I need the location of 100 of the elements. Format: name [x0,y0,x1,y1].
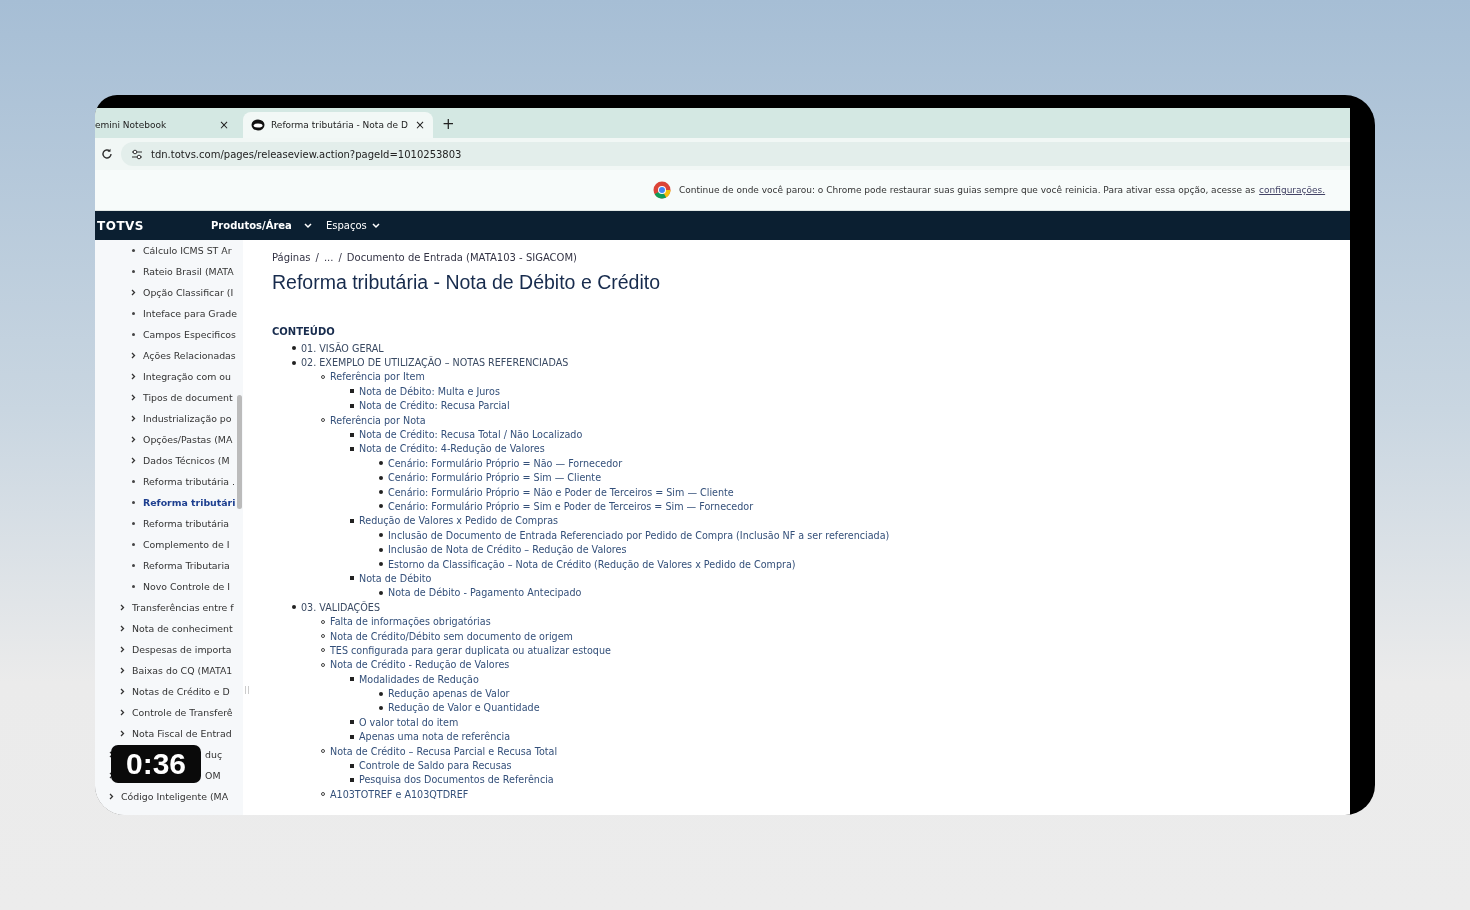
toc-link[interactable]: O valor total do item [359,716,459,728]
bullet-icon [132,522,135,525]
sidebar-item[interactable]: Nota Fiscal de Entrad [132,728,232,739]
toc-link[interactable]: 02. EXEMPLO DE UTILIZAÇÃO – NOTAS REFERENCIADAS [301,357,569,369]
browser-tab[interactable]: Reforma tributária - Nota de D × [243,112,433,138]
bullet-icon [132,501,135,504]
breadcrumb-link[interactable]: Documento de Entrada (MATA103 - SIGACOM) [346,252,577,263]
sidebar-item[interactable]: Rateio Brasil (MATA [143,266,234,277]
toc-link[interactable]: Redução de Valor e Quantidade [388,702,540,714]
list-bullet-icon [350,763,354,768]
toc-link[interactable]: Inclusão de Documento de Entrada Referenciado por Pedido de Compra (Inclusão NF a ser referenciada) [388,529,890,541]
reload-icon[interactable] [101,148,113,160]
breadcrumb-link[interactable]: ... [323,252,334,263]
bullet-icon [132,585,135,588]
sidebar-item[interactable]: Controle de Transferê [132,707,233,718]
toc-link[interactable]: Cenário: Formulário Próprio = Sim — Cliente [388,472,602,484]
list-bullet-icon [350,777,354,782]
browser-tab[interactable]: emini Notebook × [95,112,237,138]
toc-link[interactable]: Nota de Crédito - Redução de Valores [330,659,510,671]
sidebar-item[interactable]: Opções/Pastas (MA [143,434,233,445]
sidebar-item[interactable]: OM [205,770,221,781]
toc-link[interactable]: Nota de Crédito: 4-Redução de Valores [359,443,545,455]
list-bullet-icon [350,403,354,408]
toc-link[interactable]: Redução de Valores x Pedido de Compras [359,515,559,527]
close-tab-button[interactable]: × [218,118,229,132]
list-bullet-icon [350,432,354,437]
toc-link[interactable]: Nota de Crédito: Recusa Parcial [359,400,510,412]
site-icon [251,118,265,132]
list-bullet-icon [350,734,354,739]
page-title: Reforma tributária - Nota de Débito e Crédito [272,271,661,294]
sidebar-item[interactable]: Novo Controle de I [143,581,231,592]
sidebar-item[interactable]: Tipos de document [143,392,233,403]
toc-link[interactable]: Cenário: Formulário Próprio = Não — Fornecedor [388,457,623,469]
toc-link[interactable]: Nota de Crédito – Recusa Parcial e Recusa Total [330,745,558,757]
list-bullet-icon [379,705,383,710]
settings-link[interactable]: configurações. [1259,185,1326,195]
toc-link[interactable]: Nota de Débito - Pagamento Antecipado [388,587,582,599]
sidebar-item[interactable]: Nota de conheciment [132,623,233,634]
sidebar-item[interactable]: Reforma Tributaria [143,560,230,571]
sidebar-item[interactable]: Reforma tributári [143,497,236,508]
toc-link[interactable]: Cenário: Formulário Próprio = Sim e Poder de Terceiros = Sim — Fornecedor [388,501,754,512]
sidebar-item[interactable]: Complemento de I [143,539,230,550]
sidebar-item[interactable]: Inteface para Grade [143,308,237,319]
bullet-icon [132,543,135,546]
toc-link[interactable]: Referência por Nota [330,414,426,426]
toc-link[interactable]: 01. VISÃO GERAL [301,342,384,354]
sidebar-item[interactable]: Código Inteligente (MA [121,791,229,802]
sidebar-item[interactable]: Despesas de importa [132,644,232,655]
toc-link[interactable]: Controle de Saldo para Recusas [359,760,512,771]
toc-link[interactable]: Estorno da Classificação – Nota de Crédito (Redução de Valores x Pedido de Compra) [388,558,796,570]
toc-link[interactable]: Nota de Débito [359,572,432,584]
toc-link[interactable]: A103TOTREF e A103QTDREF [330,788,469,800]
sidebar-item[interactable]: Ações Relacionadas [143,350,236,361]
list-bullet-icon [350,446,354,451]
sidebar-item[interactable]: Cálculo ICMS ST Ar [143,245,232,256]
sidebar-item[interactable]: Dados Técnicos (M [143,455,230,466]
list-bullet-icon [379,504,383,509]
toc-link[interactable]: Nota de Débito: Multa e Juros [359,385,500,397]
bullet-icon [132,480,135,483]
toc-link[interactable]: Nota de Crédito/Débito sem documento de origem [330,630,573,642]
breadcrumb-link[interactable]: Páginas [272,252,311,263]
toc-link[interactable]: 03. VALIDAÇÕES [301,601,380,613]
toc-link[interactable]: Referência por Item [330,371,425,383]
toc-link[interactable]: Pesquisa dos Documentos de Referência [359,774,554,786]
sidebar-item[interactable]: Baixas do CQ (MATA1 [132,665,233,676]
toc-link[interactable]: Falta de informações obrigatórias [330,616,491,628]
sidebar-item[interactable]: Reforma tributária [143,518,230,529]
list-bullet-icon [350,677,354,682]
bullet-icon [132,270,135,273]
resize-handle[interactable] [245,686,249,694]
bullet-icon [132,249,135,252]
sidebar-item[interactable]: Notas de Crédito e D [132,686,230,697]
list-bullet-icon [292,605,296,610]
site-settings-icon[interactable] [131,148,143,160]
sidebar-item[interactable]: Transferências entre f [132,602,234,613]
list-bullet-icon [350,576,354,581]
toc-link[interactable]: Modalidades de Redução [359,673,479,685]
toc-link[interactable]: Redução apenas de Valor [388,688,510,700]
sidebar-item[interactable]: Campos Especificos [143,329,236,340]
site-logo[interactable]: TOTVS [95,218,211,233]
toc-link[interactable]: TES configurada para gerar duplicata ou atualizar estoque [330,644,611,656]
sidebar-item[interactable]: Opção Classificar (I [143,287,234,298]
list-bullet-icon [350,720,354,725]
list-bullet-icon [379,562,383,567]
nav-menu[interactable]: Produtos/Área [211,220,312,231]
new-tab-button[interactable]: + [433,115,464,138]
nav-menu[interactable]: Espaços [325,220,380,231]
sidebar-item[interactable]: duç [205,749,223,760]
toc-link[interactable]: Apenas uma nota de referência [359,731,511,743]
toc-link[interactable]: Nota de Crédito: Recusa Total / Não Localizado [359,429,583,441]
address-field[interactable]: tdn.totvs.com/pages/releaseview.action?pageId=1010253803 [121,142,1350,166]
bullet-icon [132,312,135,315]
sidebar-item[interactable]: Reforma tributária . [143,476,236,487]
close-tab-button[interactable]: × [414,118,425,132]
scrollbar[interactable] [237,395,242,509]
sidebar-item[interactable]: Industrialização po [143,413,232,424]
sidebar-item[interactable]: Integração com ou [143,371,231,382]
toc-link[interactable]: Inclusão de Nota de Crédito – Redução de Valores [388,544,627,556]
list-bullet-icon [350,389,354,394]
toc-link[interactable]: Cenário: Formulário Próprio = Não e Poder de Terceiros = Sim — Cliente [388,486,734,498]
